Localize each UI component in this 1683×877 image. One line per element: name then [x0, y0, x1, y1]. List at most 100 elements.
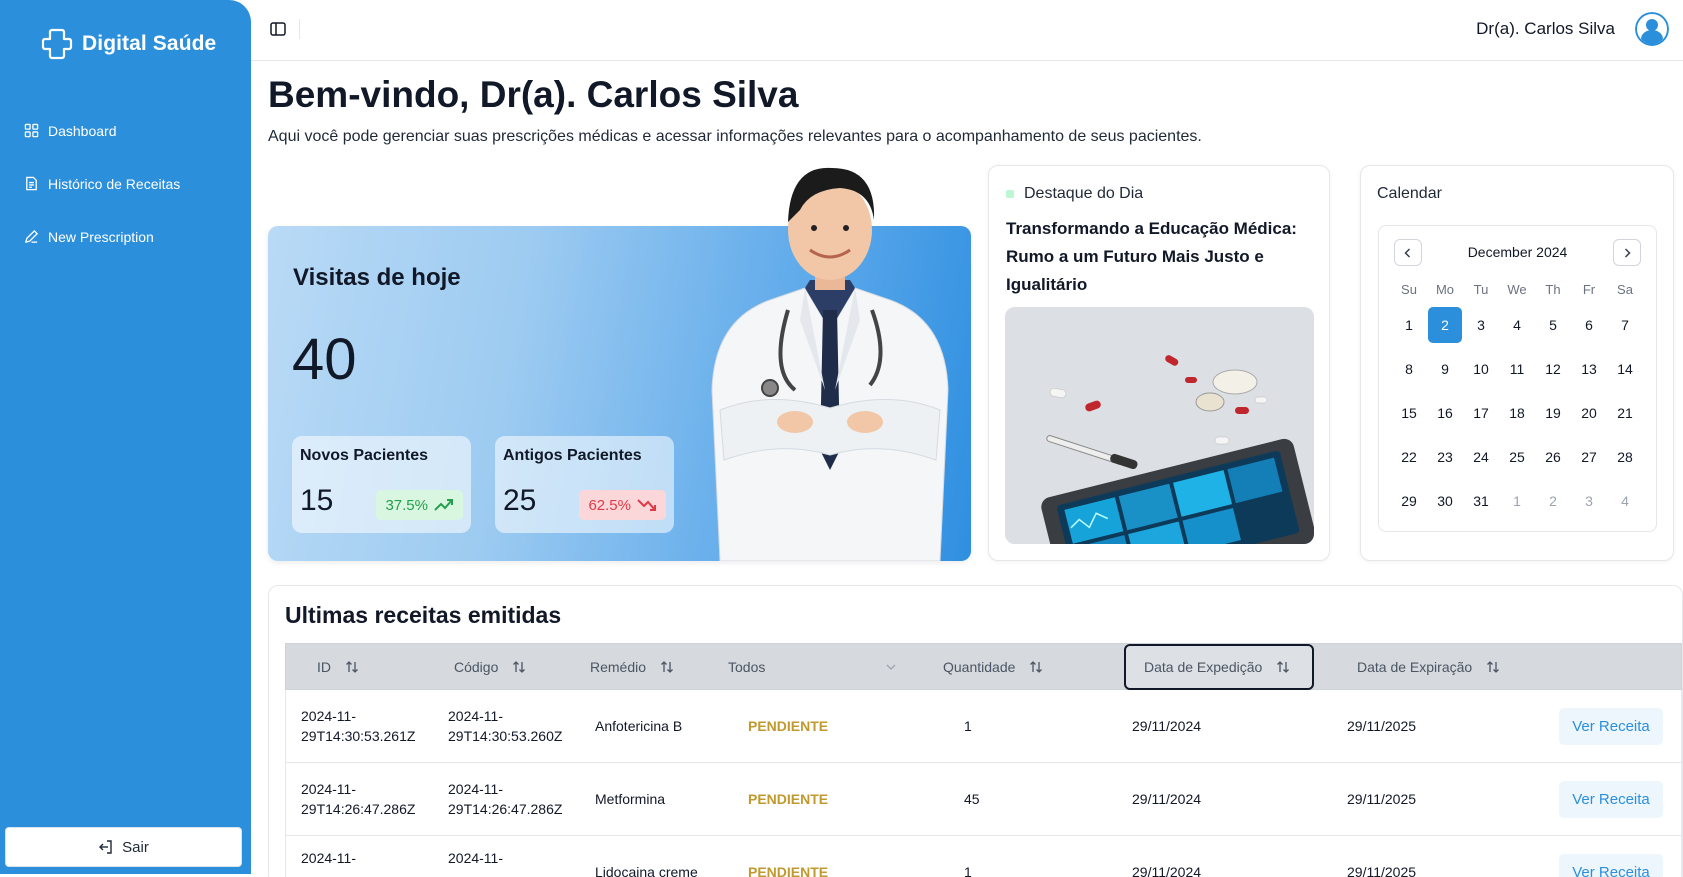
calendar: December 2024 Su Mo Tu We Th Fr Sa 12345… [1378, 225, 1657, 532]
logout-button[interactable]: Sair [5, 827, 242, 867]
column-header-issue-date[interactable]: Data de Expedição [1124, 644, 1314, 690]
column-label: ID [317, 658, 331, 675]
sidebar-item-new-prescription[interactable]: New Prescription [24, 210, 234, 263]
view-prescription-button[interactable]: Ver Receita [1559, 854, 1663, 877]
column-header-drug[interactable]: Remédio [590, 644, 674, 689]
cell-status: PENDIENTE [748, 791, 829, 807]
calendar-day[interactable]: 22 [1392, 439, 1426, 475]
calendar-title: Calendar [1377, 185, 1442, 202]
old-patients-value: 25 [503, 484, 537, 517]
status-filter-value: Todos [728, 658, 766, 675]
trend-up-icon [434, 499, 453, 511]
calendar-day[interactable]: 15 [1392, 395, 1426, 431]
new-patients-card: Novos Pacientes 15 37.5% [292, 436, 471, 533]
calendar-day-outside[interactable]: 4 [1608, 483, 1642, 519]
calendar-day[interactable]: 6 [1572, 307, 1606, 343]
cell-issue-date: 29/11/2024 [1132, 791, 1202, 807]
sidebar: Digital Saúde Dashboard Histórico de Rec… [0, 0, 251, 874]
weekday-label: Tu [1473, 282, 1489, 297]
calendar-day-outside[interactable]: 2 [1536, 483, 1570, 519]
calendar-day[interactable]: 25 [1500, 439, 1534, 475]
calendar-day[interactable]: 27 [1572, 439, 1606, 475]
old-patients-card: Antigos Pacientes 25 62.5% [495, 436, 674, 533]
cell-expiry-date: 29/11/2025 [1347, 864, 1417, 877]
cell-id: 2024-11-29T14:26:47.286Z [301, 781, 416, 817]
calendar-day-outside[interactable]: 1 [1500, 483, 1534, 519]
calendar-day[interactable]: 1 [1392, 307, 1426, 343]
calendar-next-button[interactable] [1613, 239, 1641, 266]
calendar-day[interactable]: 14 [1608, 351, 1642, 387]
calendar-day[interactable]: 3 [1464, 307, 1498, 343]
calendar-day[interactable]: 24 [1464, 439, 1498, 475]
cell-code: 2024-11-29T14:26:47.286Z [448, 781, 563, 817]
calendar-day[interactable]: 4 [1500, 307, 1534, 343]
sort-icon [661, 660, 673, 673]
calendar-day[interactable]: 9 [1428, 351, 1462, 387]
highlight-title[interactable]: Transformando a Educação Médica: Rumo a … [1006, 215, 1316, 299]
calendar-day[interactable]: 28 [1608, 439, 1642, 475]
table-row[interactable]: 2024-11-29T14:30:53.261Z 2024-11-29T14:3… [285, 690, 1682, 763]
sidebar-item-label: New Prescription [48, 228, 154, 245]
cell-issue-date: 29/11/2024 [1132, 864, 1202, 877]
column-header-id[interactable]: ID [317, 644, 359, 689]
calendar-day[interactable]: 30 [1428, 483, 1462, 519]
new-patients-change-badge: 37.5% [376, 490, 463, 520]
table-header: ID Código Remédio Todos Quantidade Data … [285, 643, 1682, 690]
calendar-day[interactable]: 16 [1428, 395, 1462, 431]
new-patients-label: Novos Pacientes [300, 447, 429, 464]
cell-expiry-date: 29/11/2025 [1347, 791, 1417, 807]
user-avatar-icon[interactable] [1635, 12, 1669, 46]
old-patients-label: Antigos Pacientes [503, 447, 642, 464]
calendar-day[interactable]: 31 [1464, 483, 1498, 519]
calendar-day[interactable]: 19 [1536, 395, 1570, 431]
highlight-label-text: Destaque do Dia [1024, 185, 1144, 202]
calendar-day[interactable]: 12 [1536, 351, 1570, 387]
brand-name: Digital Saúde [82, 32, 217, 55]
weekday-label: Fr [1582, 282, 1596, 297]
old-patients-change-badge: 62.5% [579, 490, 666, 520]
view-prescription-button[interactable]: Ver Receita [1559, 781, 1663, 818]
new-patients-change: 37.5% [385, 496, 428, 514]
highlight-label: Destaque do Dia [1006, 185, 1143, 203]
calendar-day[interactable]: 26 [1536, 439, 1570, 475]
logout-icon [99, 840, 112, 854]
table-row[interactable]: 2024-11- 2024-11- Lidocaina creme PENDIE… [285, 836, 1682, 877]
calendar-day[interactable]: 17 [1464, 395, 1498, 431]
sidebar-toggle-icon[interactable] [269, 20, 287, 38]
calendar-day[interactable]: 11 [1500, 351, 1534, 387]
view-prescription-button[interactable]: Ver Receita [1559, 708, 1663, 745]
calendar-day-outside[interactable]: 3 [1572, 483, 1606, 519]
sidebar-item-history[interactable]: Histórico de Receitas [24, 157, 234, 210]
brand[interactable]: Digital Saúde [40, 27, 216, 61]
column-header-quantity[interactable]: Quantidade [943, 644, 1043, 689]
highlight-card[interactable]: Destaque do Dia Transformando a Educação… [988, 165, 1330, 561]
cell-status: PENDIENTE [748, 864, 829, 877]
calendar-day[interactable]: 23 [1428, 439, 1462, 475]
calendar-day[interactable]: 13 [1572, 351, 1606, 387]
sidebar-nav: Dashboard Histórico de Receitas New Pres… [24, 104, 234, 263]
calendar-day[interactable]: 18 [1500, 395, 1534, 431]
new-patients-value: 15 [300, 484, 334, 517]
status-filter-select[interactable]: Todos [728, 644, 898, 689]
calendar-day-selected[interactable]: 2 [1428, 307, 1462, 343]
calendar-day[interactable]: 20 [1572, 395, 1606, 431]
calendar-day[interactable]: 29 [1392, 483, 1426, 519]
cell-issue-date: 29/11/2024 [1132, 718, 1202, 734]
cell-quantity: 1 [964, 718, 972, 734]
calendar-day[interactable]: 5 [1536, 307, 1570, 343]
table-row[interactable]: 2024-11-29T14:26:47.286Z 2024-11-29T14:2… [285, 763, 1682, 836]
sidebar-item-dashboard[interactable]: Dashboard [24, 104, 234, 157]
cell-status: PENDIENTE [748, 718, 829, 734]
sort-icon [513, 660, 526, 673]
calendar-day[interactable]: 8 [1392, 351, 1426, 387]
column-header-code[interactable]: Código [454, 644, 526, 689]
column-header-expiry-date[interactable]: Data de Expiração [1357, 644, 1500, 689]
calendar-day[interactable]: 10 [1464, 351, 1498, 387]
calendar-day[interactable]: 21 [1608, 395, 1642, 431]
divider [299, 19, 300, 39]
visits-count: 40 [292, 327, 357, 392]
sidebar-item-label: Dashboard [48, 122, 117, 139]
cell-drug: Metformina [595, 791, 666, 807]
calendar-day[interactable]: 7 [1608, 307, 1642, 343]
cell-id: 2024-11-29T14:30:53.261Z [301, 708, 416, 744]
